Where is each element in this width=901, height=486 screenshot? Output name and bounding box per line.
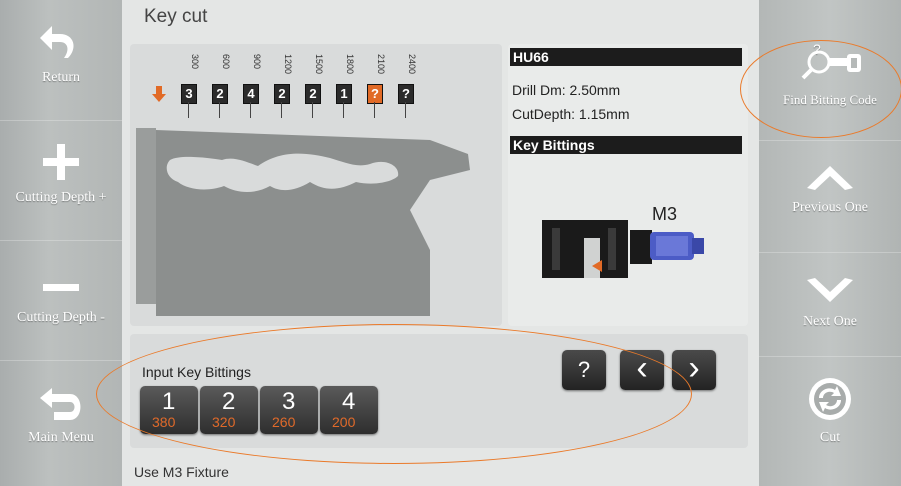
cut-value: 2 xyxy=(274,84,290,104)
left-sidebar: Return Cutting Depth + Cutting Depth - M… xyxy=(0,0,122,486)
previous-one-label: Previous One xyxy=(792,200,868,215)
position-label: 1500 xyxy=(314,54,324,75)
cut-label: Cut xyxy=(819,430,841,445)
position-label: 1800 xyxy=(345,54,355,75)
down-arrow-icon xyxy=(152,86,166,107)
right-sidebar: ? Find Bitting Code Previous One Next On… xyxy=(759,0,901,486)
cut-tick xyxy=(343,102,344,118)
bitting-number: 1 xyxy=(162,388,176,415)
chevron-up-icon xyxy=(805,140,855,192)
cut-tick xyxy=(374,102,375,118)
position-label: 900 xyxy=(252,54,262,70)
page-title: Key cut xyxy=(144,6,208,27)
bitting-number: 3 xyxy=(282,388,296,415)
previous-one-button[interactable]: Previous One xyxy=(759,140,901,253)
main-menu-button[interactable]: Main Menu xyxy=(0,360,122,486)
cut-cycle-icon xyxy=(807,356,853,422)
cut-tick xyxy=(405,102,406,118)
return-button[interactable]: Return xyxy=(0,0,122,121)
key-cut-screen: Return Cutting Depth + Cutting Depth - M… xyxy=(0,0,901,486)
cut-value: 2 xyxy=(212,84,228,104)
next-one-label: Next One xyxy=(802,314,858,329)
key-blade-image xyxy=(136,128,470,316)
position-label: 2100 xyxy=(376,54,386,75)
plus-icon xyxy=(41,120,81,182)
fixture-image xyxy=(542,220,704,278)
input-bittings-panel: Input Key Bittings 1 380 2 320 3 260 4 2… xyxy=(130,334,748,448)
minus-icon xyxy=(41,240,81,302)
bitting-value: 260 xyxy=(272,414,296,430)
cut-value: 3 xyxy=(181,84,197,104)
bitting-number: 4 xyxy=(342,388,356,415)
bitting-button-1[interactable]: 1 380 xyxy=(140,386,198,434)
chevron-down-icon xyxy=(805,252,855,306)
position-label: 2400 xyxy=(407,54,417,75)
next-one-button[interactable]: Next One xyxy=(759,252,901,357)
position-label: 600 xyxy=(221,54,231,70)
cut-value: 1 xyxy=(336,84,352,104)
return-label: Return xyxy=(41,70,81,85)
main-content: Key cut 300 600 900 1200 1500 1800 2100 … xyxy=(122,0,759,486)
position-label: 1200 xyxy=(283,54,293,75)
bitting-value: 200 xyxy=(332,414,356,430)
cutting-depth-plus-label: Cutting Depth + xyxy=(15,190,107,205)
cut-tick xyxy=(250,102,251,118)
cut-button[interactable]: Cut xyxy=(759,356,901,486)
bitting-value: 320 xyxy=(212,414,236,430)
cut-value-unknown: ? xyxy=(398,84,414,104)
cut-tick xyxy=(312,102,313,118)
main-menu-arrow-icon xyxy=(38,360,84,422)
key-model: HU66 xyxy=(510,48,742,66)
cut-tick xyxy=(281,102,282,118)
key-search-icon: ? xyxy=(795,0,865,80)
cutting-depth-plus-button[interactable]: Cutting Depth + xyxy=(0,120,122,241)
bitting-button-4[interactable]: 4 200 xyxy=(320,386,378,434)
cut-value: 2 xyxy=(305,84,321,104)
key-diagram-panel: 300 600 900 1200 1500 1800 2100 2400 3 2… xyxy=(130,44,502,326)
cut-tick xyxy=(188,102,189,118)
bitting-number: 2 xyxy=(222,388,236,415)
cut-tick xyxy=(219,102,220,118)
cut-value-unknown: ? xyxy=(367,84,383,104)
bitting-value: 380 xyxy=(152,414,176,430)
find-bitting-code-label: Find Bitting Code xyxy=(783,92,877,107)
bitting-button-3[interactable]: 3 260 xyxy=(260,386,318,434)
key-bittings-header: Key Bittings xyxy=(510,136,742,154)
cutting-depth-minus-button[interactable]: Cutting Depth - xyxy=(0,240,122,361)
key-info-panel: HU66 Drill Dm: 2.50mm CutDepth: 1.15mm K… xyxy=(508,44,748,326)
bitting-button-2[interactable]: 2 320 xyxy=(200,386,258,434)
cut-depth: CutDepth: 1.15mm xyxy=(512,106,630,122)
return-arrow-icon xyxy=(38,0,84,62)
find-bitting-code-button[interactable]: ? Find Bitting Code xyxy=(759,0,901,141)
cutting-depth-minus-label: Cutting Depth - xyxy=(17,310,105,325)
next-bitting-button[interactable]: › xyxy=(672,350,716,390)
fixture-hint: Use M3 Fixture xyxy=(134,464,229,480)
cut-value: 4 xyxy=(243,84,259,104)
input-key-bittings-label: Input Key Bittings xyxy=(142,364,251,380)
previous-bitting-button[interactable]: ‹ xyxy=(620,350,664,390)
position-label: 300 xyxy=(190,54,200,70)
help-button[interactable]: ? xyxy=(562,350,606,390)
drill-diameter: Drill Dm: 2.50mm xyxy=(512,82,621,98)
main-menu-label: Main Menu xyxy=(28,430,94,445)
